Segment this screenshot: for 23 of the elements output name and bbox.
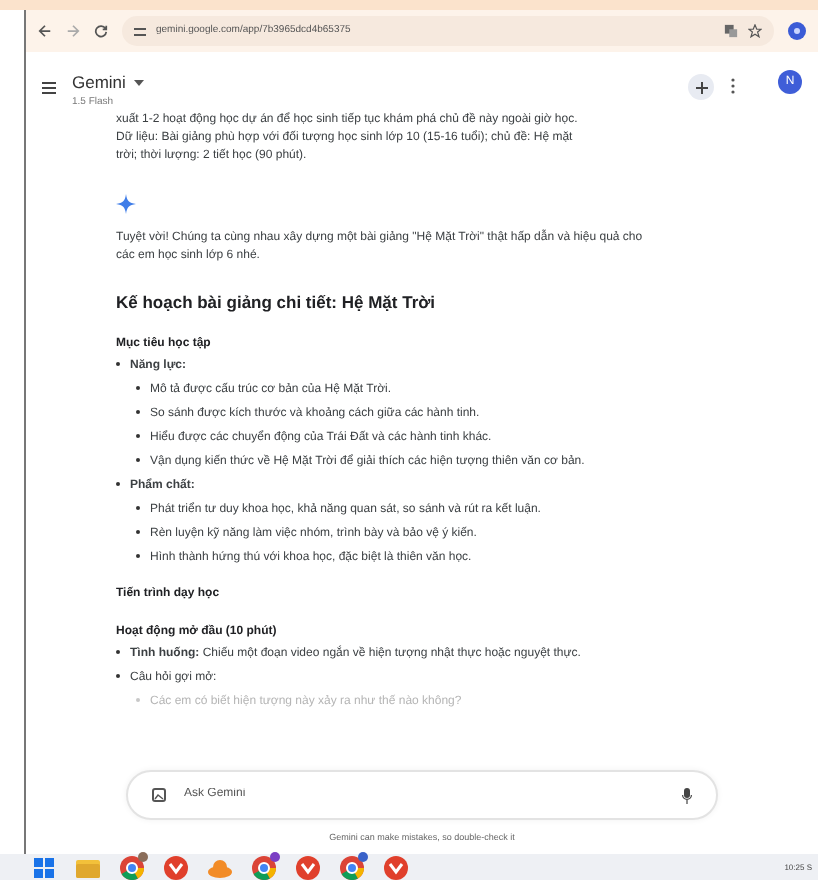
- new-chat-button[interactable]: [688, 74, 714, 100]
- microphone-icon[interactable]: [682, 787, 692, 804]
- site-settings-icon[interactable]: [134, 25, 146, 37]
- model-selector[interactable]: Gemini: [72, 70, 144, 96]
- plus-icon: [695, 81, 707, 93]
- caret-icon: [133, 79, 144, 86]
- image-icon[interactable]: [152, 788, 166, 803]
- app-icon[interactable]: [382, 853, 410, 880]
- app-icon[interactable]: [294, 853, 322, 880]
- menu-icon[interactable]: [42, 82, 56, 94]
- more-icon[interactable]: [730, 78, 736, 94]
- profile-icon[interactable]: [788, 22, 806, 40]
- star-icon[interactable]: [748, 24, 762, 38]
- section-heading: Kế hoạch bài giảng chi tiết: Hệ Mặt Trời: [116, 290, 438, 316]
- back-icon[interactable]: [38, 24, 52, 38]
- browser-icon[interactable]: [118, 853, 146, 880]
- start-icon[interactable]: [30, 853, 58, 880]
- reload-icon[interactable]: [94, 24, 108, 38]
- browser-icon[interactable]: [250, 853, 278, 880]
- translate-icon[interactable]: [724, 24, 738, 38]
- browser-icon[interactable]: [338, 853, 366, 880]
- sparkle-icon: [116, 194, 136, 215]
- app-icon[interactable]: [162, 853, 190, 880]
